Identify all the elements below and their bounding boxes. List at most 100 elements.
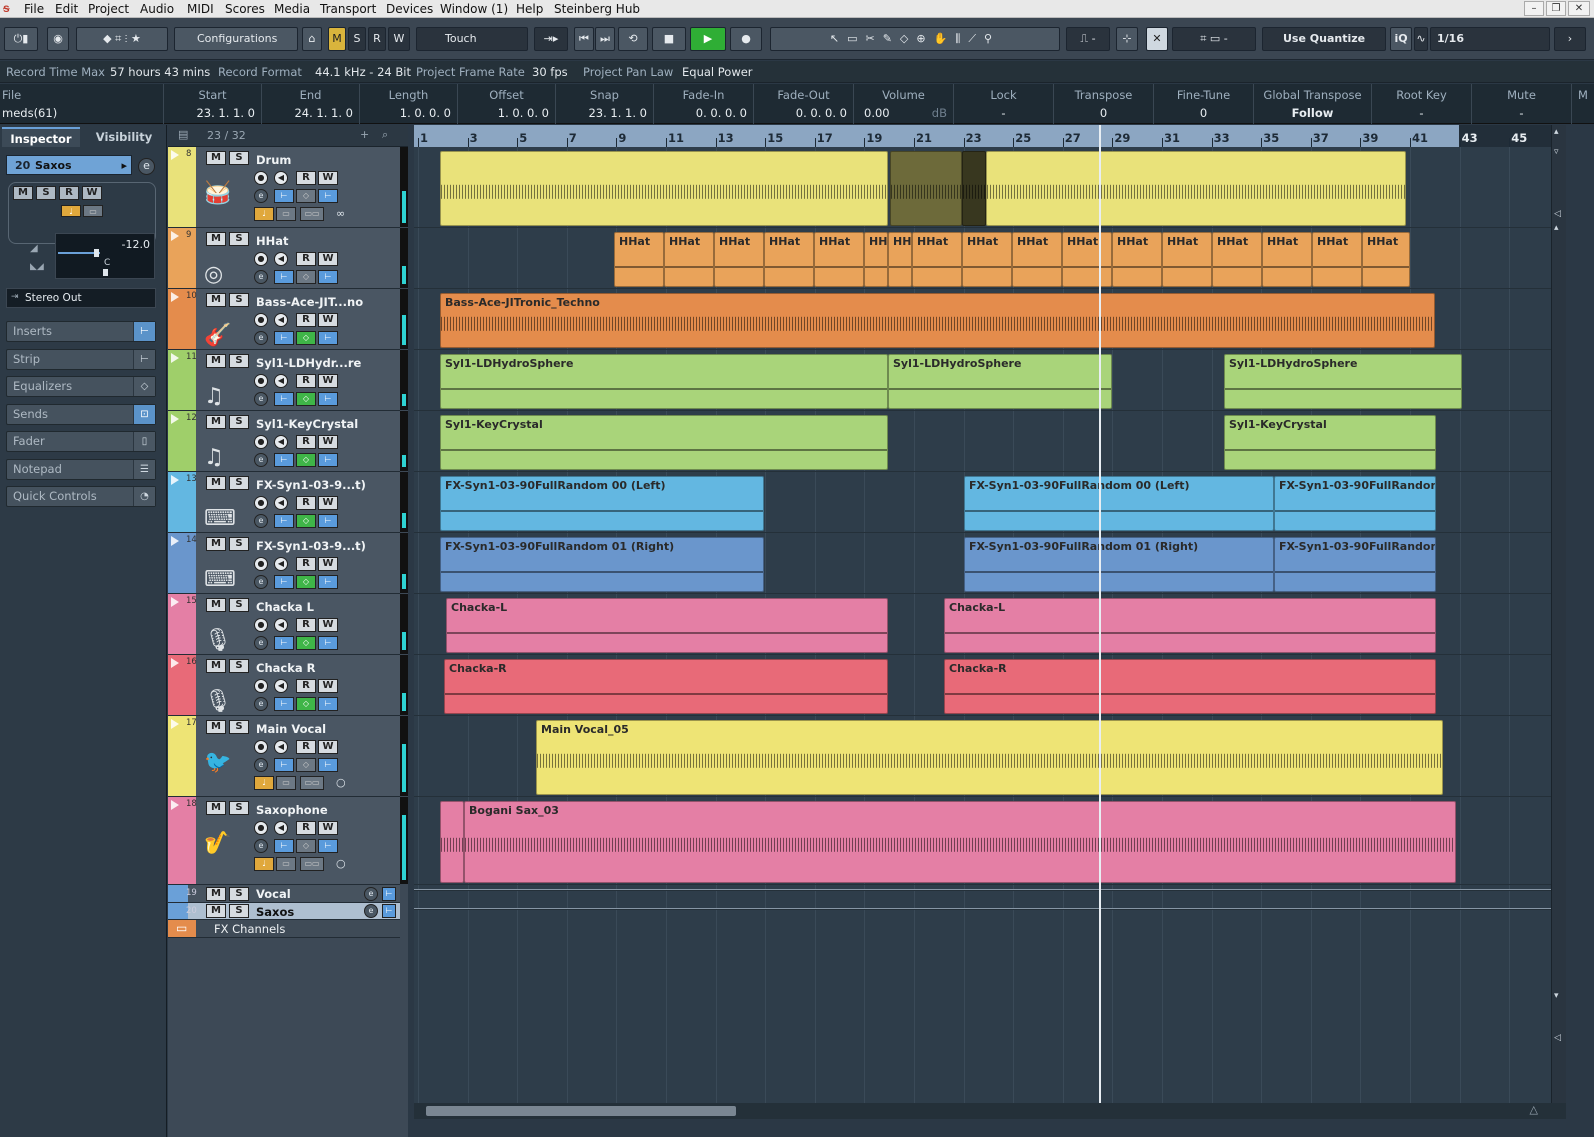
- toolbar-extend-icon[interactable]: ›: [1554, 27, 1586, 51]
- inspector-lock-icon[interactable]: ▭: [83, 205, 103, 217]
- track-14[interactable]: 14 M S FX-Syn1-03-9...t) ⌨ ● ◀ R W e ⊢ ◇…: [168, 533, 408, 594]
- snap-type-dropdown[interactable]: ⎍ -: [1066, 27, 1110, 51]
- mute-button[interactable]: M: [206, 904, 226, 918]
- solo-button[interactable]: S: [229, 415, 249, 429]
- track-10[interactable]: 10 M S Bass-Ace-JIT...no 🎸 ● ◀ R W e ⊢ ◇…: [168, 289, 408, 350]
- audio-event[interactable]: FX-Syn1-03-90FullRandom 01 (: [1274, 537, 1436, 592]
- lanes-icon[interactable]: ▭▭: [300, 207, 324, 221]
- window-layout-buttons[interactable]: ◆ ⌗ ⫶ ★: [76, 27, 168, 51]
- audio-event[interactable]: HHat: [1212, 232, 1262, 287]
- info-lock[interactable]: Lock -: [954, 84, 1054, 124]
- expand-icon[interactable]: [171, 150, 179, 160]
- minimize-icon[interactable]: –: [1524, 1, 1544, 16]
- inspector-read-button[interactable]: R: [59, 186, 79, 200]
- search-icon[interactable]: ⌕: [382, 128, 388, 142]
- mute-button[interactable]: M: [206, 293, 226, 307]
- audio-event[interactable]: HHat: [1062, 232, 1112, 287]
- read-global-button[interactable]: R: [368, 27, 386, 51]
- iq-button[interactable]: iQ: [1390, 27, 1412, 51]
- solo-button[interactable]: S: [229, 232, 249, 246]
- record-enable-icon[interactable]: ●: [254, 821, 268, 835]
- solo-button[interactable]: S: [229, 354, 249, 368]
- write-button[interactable]: W: [318, 171, 338, 185]
- sends-bypass-icon[interactable]: ⊢: [318, 189, 338, 203]
- solo-button[interactable]: S: [229, 904, 249, 918]
- write-button[interactable]: W: [318, 435, 338, 449]
- section-strip[interactable]: Strip ⊢: [6, 349, 156, 370]
- audio-event[interactable]: [962, 151, 986, 226]
- record-enable-icon[interactable]: ●: [254, 679, 268, 693]
- edit-channel-icon[interactable]: e: [254, 514, 268, 528]
- folder-track-fx-channels[interactable]: ▭ FX Channels: [168, 920, 400, 938]
- audio-event[interactable]: FX-Syn1-03-90FullRandom 00 (Left): [964, 476, 1274, 531]
- lock-icon[interactable]: ▭: [276, 857, 296, 871]
- quantize-value-dropdown[interactable]: 1/16: [1430, 27, 1550, 51]
- mute-button[interactable]: M: [206, 476, 226, 490]
- section-sends[interactable]: Sends ⊡: [6, 404, 156, 425]
- info-volume[interactable]: Volume 0.00 dB: [854, 84, 954, 124]
- edit-channel-icon[interactable]: e: [254, 189, 268, 203]
- info-more[interactable]: M: [1572, 84, 1594, 124]
- monitor-icon[interactable]: ◀: [274, 821, 288, 835]
- record-enable-icon[interactable]: ●: [254, 740, 268, 754]
- expand-icon[interactable]: [171, 231, 179, 241]
- go-to-end-icon[interactable]: ⏭: [595, 27, 615, 51]
- audio-event[interactable]: HHat: [664, 232, 714, 287]
- timebase-icon[interactable]: ♩: [254, 776, 274, 790]
- audio-event[interactable]: FX-Syn1-03-90FullRandom 00 (: [1274, 476, 1436, 531]
- volume-fader-handle[interactable]: [94, 249, 99, 257]
- edit-channel-icon[interactable]: e: [254, 636, 268, 650]
- audio-event[interactable]: HHat: [1112, 232, 1162, 287]
- audio-event[interactable]: HHat: [962, 232, 1012, 287]
- track-list-menu-icon[interactable]: ▤: [178, 128, 188, 141]
- edit-channel-icon[interactable]: e: [364, 887, 378, 901]
- audio-event[interactable]: HHat: [1312, 232, 1362, 287]
- eq-bypass-icon[interactable]: ◇: [296, 331, 316, 345]
- inserts-bypass-icon[interactable]: ⊢: [274, 392, 294, 406]
- project-cursor[interactable]: [1099, 125, 1101, 1103]
- audio-event[interactable]: Main Vocal_05: [536, 720, 1443, 795]
- solo-button[interactable]: S: [229, 476, 249, 490]
- mute-button[interactable]: M: [206, 887, 226, 901]
- audio-event[interactable]: FX-Syn1-03-90FullRandom 00 (Left): [440, 476, 764, 531]
- record-enable-icon[interactable]: ●: [254, 171, 268, 185]
- inspector-track-name[interactable]: 20 Saxos ▸: [6, 155, 132, 175]
- scroll-up-icon[interactable]: ▴: [1554, 127, 1559, 137]
- info-mute[interactable]: Mute -: [1472, 84, 1572, 124]
- tool-buttons[interactable]: ↖▭✂✎◇⊕✋⫼⟋⚲: [770, 27, 1060, 51]
- menu-file[interactable]: File: [24, 2, 44, 16]
- track-18[interactable]: 18 M S Saxophone 🎷 ● ◀ R W e ⊢ ◇ ⊢ ♩ ▭ ▭…: [168, 797, 408, 885]
- record-enable-icon[interactable]: ●: [254, 252, 268, 266]
- zoom-handle-icon[interactable]: ▿: [1554, 147, 1559, 157]
- inspector-mute-button[interactable]: M: [13, 186, 33, 200]
- read-button[interactable]: R: [296, 435, 316, 449]
- menu-devices[interactable]: Devices: [386, 2, 433, 16]
- monitor-icon[interactable]: ◀: [274, 374, 288, 388]
- edit-channel-icon[interactable]: e: [254, 575, 268, 589]
- mute-button[interactable]: M: [206, 415, 226, 429]
- menu-steinberg-hub[interactable]: Steinberg Hub: [554, 2, 640, 16]
- lock-icon[interactable]: ▭: [276, 776, 296, 790]
- output-routing[interactable]: ⇥ Stereo Out: [6, 288, 156, 308]
- link-icon[interactable]: ∞: [336, 207, 345, 220]
- audio-event[interactable]: HHa: [888, 232, 912, 287]
- go-to-start-icon[interactable]: ⏮: [574, 27, 594, 51]
- tab-inspector[interactable]: Inspector: [2, 127, 80, 147]
- menu-scores[interactable]: Scores: [225, 2, 265, 16]
- solo-button[interactable]: S: [229, 720, 249, 734]
- audio-event[interactable]: FX-Syn1-03-90FullRandom 01 (Right): [440, 537, 764, 592]
- audio-event[interactable]: [440, 801, 464, 883]
- configurations-dropdown[interactable]: Configurations: [174, 27, 298, 51]
- track-9[interactable]: 9 M S HHat ◎ ● ◀ R W e ⊢ ◇ ⊢: [168, 228, 408, 289]
- inserts-bypass-icon[interactable]: ⊢: [274, 270, 294, 284]
- write-button[interactable]: W: [318, 252, 338, 266]
- info-length[interactable]: Length 1. 0. 0. 0: [360, 84, 458, 124]
- zoom-slider-icon[interactable]: △: [1530, 1103, 1538, 1116]
- mute-button[interactable]: M: [206, 354, 226, 368]
- group-track-vocal[interactable]: 19 M S Vocal e ⊢: [168, 885, 400, 903]
- expand-icon[interactable]: [171, 292, 179, 302]
- write-button[interactable]: W: [318, 618, 338, 632]
- track-17[interactable]: 17 M S Main Vocal 🐦 ● ◀ R W e ⊢ ◇ ⊢ ♩ ▭ …: [168, 716, 408, 797]
- read-button[interactable]: R: [296, 821, 316, 835]
- timeline-ruler[interactable]: 1 3 5 7 9 11 13 15 17 19 21 23 25 27 29 31 33 35 37 39 41 43 4…: [414, 125, 1551, 147]
